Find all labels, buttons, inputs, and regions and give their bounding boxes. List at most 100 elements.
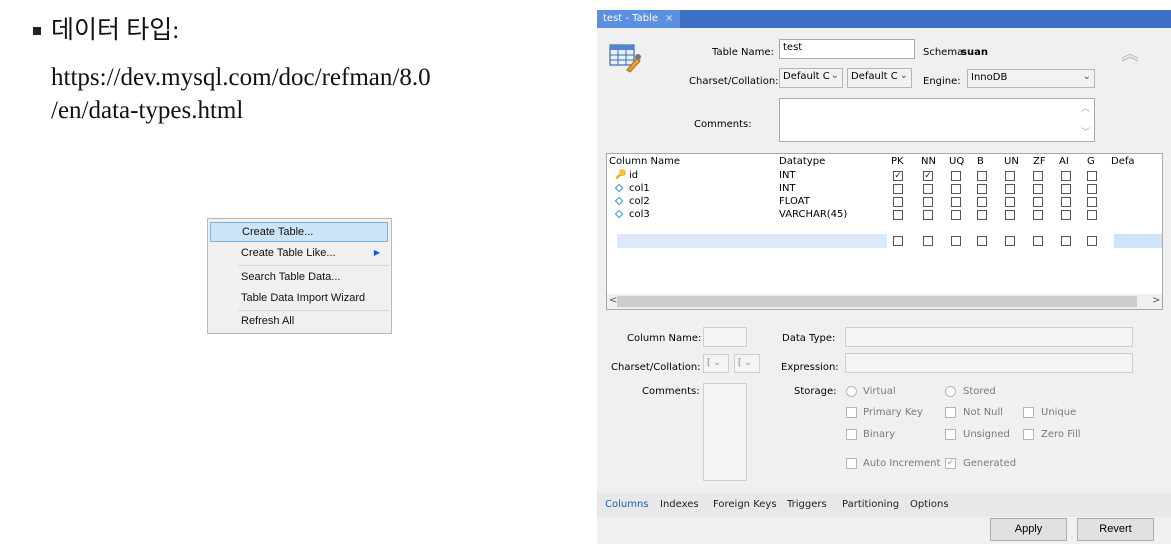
flag-checkbox[interactable]	[977, 171, 987, 181]
header-b[interactable]: B	[977, 156, 984, 167]
flag-checkbox[interactable]	[1087, 210, 1097, 220]
flag-checkbox[interactable]	[923, 197, 933, 207]
flag-checkbox[interactable]: ✓	[923, 171, 933, 181]
scroll-down-icon[interactable]: ﹀	[1081, 125, 1090, 141]
flag-checkbox[interactable]	[977, 210, 987, 220]
binary-checkbox[interactable]	[846, 429, 857, 440]
flag-checkbox[interactable]	[1005, 171, 1015, 181]
tab-indexes[interactable]: Indexes	[660, 499, 699, 510]
unique-checkbox[interactable]	[1023, 407, 1034, 418]
flag-checkbox[interactable]	[893, 184, 903, 194]
menu-item-create-table-like[interactable]: Create Table Like... ▶	[210, 243, 388, 263]
flag-checkbox[interactable]	[923, 184, 933, 194]
column-name-input[interactable]	[703, 327, 747, 347]
column-grid[interactable]: Column Name Datatype PK NN UQ B UN ZF AI…	[606, 153, 1163, 310]
cell-datatype[interactable]: FLOAT	[779, 195, 810, 208]
not-null-checkbox[interactable]	[945, 407, 956, 418]
flag-checkbox[interactable]	[951, 184, 961, 194]
header-nn[interactable]: NN	[921, 156, 936, 167]
flag-checkbox[interactable]	[951, 197, 961, 207]
scroll-right-icon[interactable]: >	[1152, 295, 1160, 306]
flag-checkbox[interactable]	[923, 210, 933, 220]
expression-input[interactable]	[845, 353, 1133, 373]
table-row[interactable]: 🔑 id INT ✓ ✓	[607, 169, 1162, 182]
tab-columns[interactable]: Columns	[605, 499, 649, 510]
flag-checkbox[interactable]	[977, 184, 987, 194]
unsigned-checkbox[interactable]	[945, 429, 956, 440]
menu-item-create-table[interactable]: Create Table...	[210, 222, 388, 242]
stored-radio[interactable]	[945, 386, 956, 397]
flag-checkbox[interactable]	[951, 210, 961, 220]
menu-item-import-wizard[interactable]: Table Data Import Wizard	[210, 288, 388, 308]
generated-checkbox[interactable]: ✓	[945, 458, 956, 469]
flag-checkbox[interactable]	[1061, 210, 1071, 220]
flag-checkbox[interactable]	[1061, 171, 1071, 181]
header-datatype[interactable]: Datatype	[779, 156, 825, 167]
tab-options[interactable]: Options	[910, 499, 949, 510]
flag-checkbox[interactable]	[1033, 236, 1043, 246]
flag-checkbox[interactable]	[893, 210, 903, 220]
header-un[interactable]: UN	[1004, 156, 1019, 167]
flag-checkbox[interactable]	[1087, 171, 1097, 181]
header-column-name[interactable]: Column Name	[609, 156, 680, 167]
flag-checkbox[interactable]	[893, 197, 903, 207]
engine-dropdown[interactable]: InnoDB ⌄	[967, 69, 1095, 88]
header-zf[interactable]: ZF	[1033, 156, 1046, 167]
header-g[interactable]: G	[1087, 156, 1095, 167]
detail-comments-textarea[interactable]	[703, 383, 747, 481]
flag-checkbox[interactable]	[1061, 197, 1071, 207]
flag-checkbox[interactable]	[1005, 210, 1015, 220]
detail-collation-dropdown[interactable]: [ ⌄	[734, 354, 760, 373]
apply-button[interactable]: Apply	[990, 518, 1067, 541]
menu-item-refresh-all[interactable]: Refresh All	[210, 311, 388, 331]
flag-checkbox[interactable]	[923, 236, 933, 246]
cell-datatype[interactable]: INT	[779, 169, 796, 182]
virtual-radio[interactable]	[846, 386, 857, 397]
header-default[interactable]: Defa	[1111, 156, 1135, 167]
detail-charset-dropdown[interactable]: [ ⌄	[703, 354, 729, 373]
flag-checkbox[interactable]: ✓	[893, 171, 903, 181]
zero-fill-checkbox[interactable]	[1023, 429, 1034, 440]
cell-column-name[interactable]: col1	[629, 182, 650, 195]
horizontal-scrollbar[interactable]: < >	[607, 294, 1162, 309]
flag-checkbox[interactable]	[1005, 236, 1015, 246]
collation-dropdown[interactable]: Default C ⌄	[847, 68, 912, 88]
flag-checkbox[interactable]	[951, 171, 961, 181]
tab-partitioning[interactable]: Partitioning	[842, 499, 899, 510]
new-row-placeholder[interactable]	[607, 234, 1162, 248]
table-row[interactable]: col3 VARCHAR(45)	[607, 208, 1162, 221]
menu-item-search-table-data[interactable]: Search Table Data...	[210, 267, 388, 287]
cell-datatype[interactable]: VARCHAR(45)	[779, 208, 847, 221]
close-tab-icon[interactable]: ×	[665, 13, 673, 24]
flag-checkbox[interactable]	[1033, 171, 1043, 181]
flag-checkbox[interactable]	[1087, 184, 1097, 194]
tab-test-table[interactable]: test - Table ×	[597, 10, 680, 28]
flag-checkbox[interactable]	[1005, 184, 1015, 194]
table-name-input[interactable]: test	[779, 39, 915, 59]
revert-button[interactable]: Revert	[1077, 518, 1154, 541]
flag-checkbox[interactable]	[951, 236, 961, 246]
flag-checkbox[interactable]	[1061, 236, 1071, 246]
flag-checkbox[interactable]	[1033, 184, 1043, 194]
primary-key-checkbox[interactable]	[846, 407, 857, 418]
comments-textarea[interactable]: ︿ ﹀	[779, 98, 1095, 142]
flag-checkbox[interactable]	[1033, 197, 1043, 207]
flag-checkbox[interactable]	[1033, 210, 1043, 220]
table-row[interactable]: col1 INT	[607, 182, 1162, 195]
flag-checkbox[interactable]	[1087, 236, 1097, 246]
cell-column-name[interactable]: col3	[629, 208, 650, 221]
flag-checkbox[interactable]	[977, 236, 987, 246]
tab-triggers[interactable]: Triggers	[787, 499, 827, 510]
header-pk[interactable]: PK	[891, 156, 904, 167]
table-row[interactable]: col2 FLOAT	[607, 195, 1162, 208]
tab-foreign-keys[interactable]: Foreign Keys	[713, 499, 777, 510]
flag-checkbox[interactable]	[893, 236, 903, 246]
data-type-input[interactable]	[845, 327, 1133, 347]
cell-column-name[interactable]: col2	[629, 195, 650, 208]
flag-checkbox[interactable]	[1087, 197, 1097, 207]
scrollbar-thumb[interactable]	[617, 296, 1137, 307]
flag-checkbox[interactable]	[1061, 184, 1071, 194]
cell-datatype[interactable]: INT	[779, 182, 796, 195]
header-ai[interactable]: AI	[1059, 156, 1069, 167]
header-uq[interactable]: UQ	[949, 156, 964, 167]
